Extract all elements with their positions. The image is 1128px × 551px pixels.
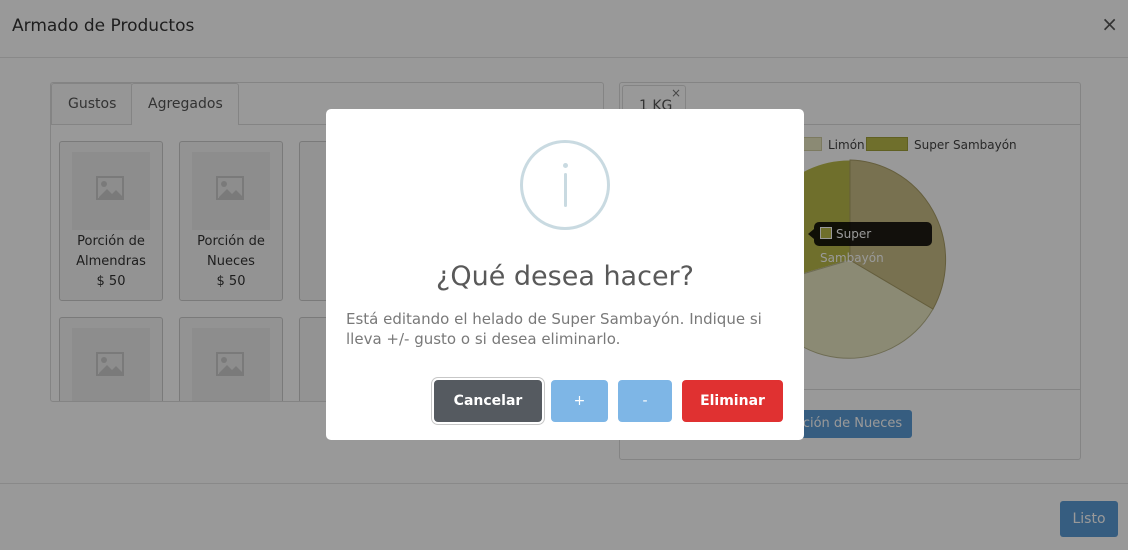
cancel-button[interactable]: Cancelar: [434, 380, 542, 422]
delete-button[interactable]: Eliminar: [682, 380, 783, 422]
remove-scoop-button[interactable]: -: [618, 380, 672, 422]
action-dialog: ¿Qué desea hacer? Está editando el helad…: [326, 109, 804, 440]
dialog-title: ¿Qué desea hacer?: [436, 261, 694, 292]
add-scoop-button[interactable]: +: [551, 380, 608, 422]
dialog-message: Está editando el helado de Super Sambayó…: [346, 310, 762, 348]
info-icon: [520, 140, 610, 230]
